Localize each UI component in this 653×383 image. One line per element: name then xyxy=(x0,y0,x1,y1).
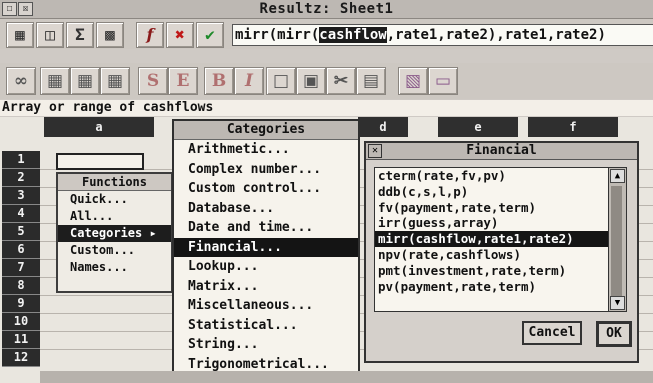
function-button[interactable]: f xyxy=(136,22,164,48)
save-icon[interactable]: ▧ xyxy=(398,67,428,95)
submenu-arrow-icon: ▸ xyxy=(149,226,157,240)
formula-input[interactable]: mirr(mirr(cashflow,rate1,rate2),rate1,ra… xyxy=(232,24,653,46)
close-icon[interactable]: ✕ xyxy=(368,144,382,158)
italic-button[interactable]: I xyxy=(234,67,264,95)
scissors-icon[interactable]: ✂ xyxy=(326,67,356,95)
formula-prefix: mirr(mirr( xyxy=(235,27,320,43)
financial-dialog: Financial ✕ cterm(rate,fv,pv) ddb(c,s,l,… xyxy=(364,141,639,363)
category-item-financial[interactable]: Financial... xyxy=(174,237,358,257)
category-item[interactable]: Date and time... xyxy=(174,218,358,238)
row-header[interactable]: 5 xyxy=(2,223,40,241)
categories-title: Categories xyxy=(174,121,358,140)
column-header-f[interactable]: f xyxy=(528,117,618,137)
category-item[interactable]: Miscellaneous... xyxy=(174,296,358,316)
cancel-button[interactable]: Cancel xyxy=(522,321,582,345)
functions-panel: Functions Quick... All... Categories ▸ C… xyxy=(56,172,173,293)
print-icon[interactable]: ▭ xyxy=(428,67,458,95)
paste-icon[interactable]: ▤ xyxy=(356,67,386,95)
function-item-mirr[interactable]: mirr(cashflow,rate1,rate2) xyxy=(375,231,608,247)
column-header-a[interactable]: a xyxy=(44,117,154,137)
link-icon[interactable]: ∞ xyxy=(6,67,36,95)
category-item[interactable]: Lookup... xyxy=(174,257,358,277)
function-item[interactable]: ddb(c,s,l,p) xyxy=(375,184,608,200)
window-title: Resultz: Sheet1 xyxy=(259,1,394,17)
categories-menu: Categories Arithmetic... Complex number.… xyxy=(172,119,360,378)
functions-item-categories-label: Categories xyxy=(70,226,143,240)
functions-item-names[interactable]: Names... xyxy=(58,259,171,276)
functions-item-categories[interactable]: Categories ▸ xyxy=(58,225,171,242)
function-item[interactable]: npv(rate,cashflows) xyxy=(375,247,608,263)
category-item[interactable]: Statistical... xyxy=(174,316,358,336)
row-header[interactable]: 11 xyxy=(2,331,40,349)
financial-function-list: cterm(rate,fv,pv) ddb(c,s,l,p) fv(paymen… xyxy=(374,167,609,312)
ok-button[interactable]: OK xyxy=(596,321,632,347)
s-button[interactable]: S xyxy=(138,67,168,95)
sum-button[interactable]: Σ xyxy=(66,22,94,48)
column-header-e[interactable]: e xyxy=(438,117,518,137)
row-header[interactable]: 1 xyxy=(2,151,40,169)
function-item[interactable]: pv(payment,rate,term) xyxy=(375,279,608,295)
row-header[interactable]: 7 xyxy=(2,259,40,277)
row-header[interactable]: 8 xyxy=(2,277,40,295)
function-item[interactable]: irr(guess,array) xyxy=(375,215,608,231)
row-header[interactable]: 3 xyxy=(2,187,40,205)
row-header[interactable]: 12 xyxy=(2,349,40,367)
accept-edit-button[interactable]: ✔ xyxy=(196,22,224,48)
formula-highlight: cashflow xyxy=(319,27,387,43)
bold-button[interactable]: B xyxy=(204,67,234,95)
row-header[interactable]: 10 xyxy=(2,313,40,331)
list-scrollbar[interactable]: ▲ ▼ xyxy=(608,167,627,312)
cancel-edit-button[interactable]: ✖ xyxy=(166,22,194,48)
function-item[interactable]: pmt(investment,rate,term) xyxy=(375,263,608,279)
row-header[interactable]: 4 xyxy=(2,205,40,223)
chart-icon[interactable]: ▩ xyxy=(96,22,124,48)
camera-icon[interactable]: ▣ xyxy=(296,67,326,95)
row-header[interactable]: 9 xyxy=(2,295,40,313)
row-header[interactable]: 2 xyxy=(2,169,40,187)
functions-item-all[interactable]: All... xyxy=(58,208,171,225)
scroll-down-icon[interactable]: ▼ xyxy=(610,296,625,310)
grid-icon[interactable]: ▦ xyxy=(6,22,34,48)
financial-title: Financial xyxy=(366,143,637,160)
category-item[interactable]: Complex number... xyxy=(174,160,358,180)
category-item[interactable]: Arithmetic... xyxy=(174,140,358,160)
e-button[interactable]: E xyxy=(168,67,198,95)
category-item[interactable]: Matrix... xyxy=(174,277,358,297)
insert-icon[interactable]: ◫ xyxy=(36,22,64,48)
function-item[interactable]: fv(payment,rate,term) xyxy=(375,200,608,216)
title-bar[interactable]: ☐ ☒ Resultz: Sheet1 xyxy=(0,0,653,19)
scroll-thumb[interactable] xyxy=(611,186,622,296)
functions-item-quick[interactable]: Quick... xyxy=(58,191,171,208)
format-toolbar: ∞ ▦ ▦ ▦ S E B I □ ▣ ✂ ▤ ▧ ▭ xyxy=(0,63,653,99)
function-item[interactable]: cterm(rate,fv,pv) xyxy=(375,168,608,184)
category-item[interactable]: Custom control... xyxy=(174,179,358,199)
resultz-window: ☐ ☒ Resultz: Sheet1 ▦ ◫ Σ ▩ f ✖ ✔ mirr(m… xyxy=(0,0,653,383)
category-item[interactable]: Database... xyxy=(174,199,358,219)
category-item[interactable]: String... xyxy=(174,335,358,355)
table-icon-3[interactable]: ▦ xyxy=(100,67,130,95)
active-cell[interactable] xyxy=(56,153,144,170)
border-icon[interactable]: □ xyxy=(266,67,296,95)
column-header-d[interactable]: d xyxy=(358,117,408,137)
table-icon[interactable]: ▦ xyxy=(40,67,70,95)
scroll-up-icon[interactable]: ▲ xyxy=(610,169,625,183)
formula-suffix: ,rate1,rate2),rate1,rate2) xyxy=(386,27,606,43)
status-line: Array or range of cashflows xyxy=(0,100,653,116)
row-header[interactable]: 6 xyxy=(2,241,40,259)
horizontal-scrollbar[interactable] xyxy=(40,371,653,383)
functions-title: Functions xyxy=(58,174,171,191)
functions-item-custom[interactable]: Custom... xyxy=(58,242,171,259)
table-icon-2[interactable]: ▦ xyxy=(70,67,100,95)
